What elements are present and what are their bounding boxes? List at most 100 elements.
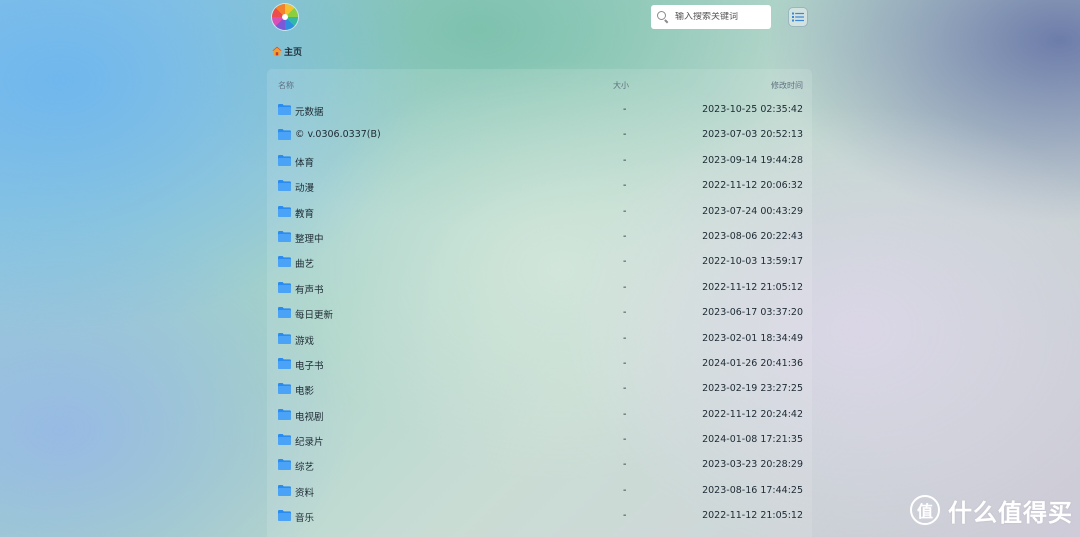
watermark-text: 什么值得买 xyxy=(948,498,1073,527)
file-modified-time: 2024-01-26 20:41:36 xyxy=(702,357,803,369)
file-modified-time: 2023-07-03 20:52:13 xyxy=(702,129,803,141)
file-name[interactable]: 元数据 xyxy=(295,104,324,118)
file-modified-time: 2023-07-24 00:43:29 xyxy=(702,205,803,217)
search-box[interactable] xyxy=(651,5,771,29)
file-modified-time: 2022-11-12 21:05:12 xyxy=(702,510,803,522)
folder-icon xyxy=(278,484,291,496)
file-modified-time: 2022-10-03 13:59:17 xyxy=(702,256,803,268)
file-name[interactable]: 音乐 xyxy=(295,510,314,524)
file-name[interactable]: © v.0306.0337(B) xyxy=(295,129,381,140)
file-size: - xyxy=(623,332,627,344)
breadcrumb: 主页 xyxy=(272,44,302,58)
file-size: - xyxy=(623,256,627,268)
file-name[interactable]: 电视剧 xyxy=(295,409,324,423)
file-name[interactable]: 电影 xyxy=(295,383,314,397)
file-modified-time: 2024-01-08 17:21:35 xyxy=(702,434,803,446)
list-view-toggle-button[interactable] xyxy=(789,8,807,26)
folder-icon xyxy=(278,230,291,242)
list-view-icon xyxy=(792,12,804,22)
file-name[interactable]: 整理中 xyxy=(295,231,324,245)
file-size: - xyxy=(623,180,627,192)
file-row[interactable]: 资料 - 2023-08-16 17:44:25 xyxy=(268,478,811,503)
file-row[interactable]: 体育 - 2023-09-14 19:44:28 xyxy=(268,148,811,173)
file-row[interactable]: 综艺 - 2023-03-23 20:28:29 xyxy=(268,452,811,477)
file-row[interactable]: 游戏 - 2023-02-01 18:34:49 xyxy=(268,326,811,351)
file-size: - xyxy=(623,510,627,522)
watermark-logo: 值 xyxy=(910,495,940,525)
file-list-panel: 名称 大小 修改时间 元数据 - 2023-10-25 02:35:42 © v.03… xyxy=(268,70,811,537)
folder-icon xyxy=(278,383,291,395)
folder-icon xyxy=(278,332,291,344)
folder-icon xyxy=(278,434,291,446)
file-modified-time: 2023-03-23 20:28:29 xyxy=(702,459,803,471)
file-row[interactable]: 电影 - 2023-02-19 23:27:25 xyxy=(268,376,811,401)
watermark: 值 什么值得买 xyxy=(910,494,1073,527)
file-size: - xyxy=(623,129,627,141)
file-size: - xyxy=(623,205,627,217)
file-modified-time: 2023-02-19 23:27:25 xyxy=(702,383,803,395)
file-name[interactable]: 游戏 xyxy=(295,333,314,347)
file-row[interactable]: 整理中 - 2023-08-06 20:22:43 xyxy=(268,224,811,249)
file-size: - xyxy=(623,357,627,369)
folder-icon xyxy=(278,180,291,192)
file-size: - xyxy=(623,434,627,446)
folder-icon xyxy=(278,307,291,319)
file-name[interactable]: 有声书 xyxy=(295,282,324,296)
folder-icon xyxy=(278,408,291,420)
file-name[interactable]: 电子书 xyxy=(295,358,324,372)
folder-icon xyxy=(278,205,291,217)
folder-icon xyxy=(278,510,291,522)
file-list-header: 名称 大小 修改时间 xyxy=(268,70,811,98)
search-icon xyxy=(657,11,669,23)
folder-icon xyxy=(278,104,291,115)
folder-icon xyxy=(278,357,291,369)
file-name[interactable]: 每日更新 xyxy=(295,307,333,321)
file-modified-time: 2023-08-16 17:44:25 xyxy=(702,484,803,496)
file-name[interactable]: 教育 xyxy=(295,206,314,220)
file-name[interactable]: 资料 xyxy=(295,485,314,499)
file-size: - xyxy=(623,307,627,319)
folder-icon xyxy=(278,459,291,471)
file-size: - xyxy=(623,408,627,420)
folder-icon xyxy=(278,256,291,268)
site-logo[interactable] xyxy=(272,4,298,30)
column-header-modified[interactable]: 修改时间 xyxy=(771,80,803,91)
file-row[interactable]: 教育 - 2023-07-24 00:43:29 xyxy=(268,199,811,224)
home-icon xyxy=(272,46,282,56)
file-row[interactable]: 动漫 - 2022-11-12 20:06:32 xyxy=(268,173,811,198)
file-row[interactable]: 有声书 - 2022-11-12 21:05:12 xyxy=(268,275,811,300)
file-modified-time: 2023-08-06 20:22:43 xyxy=(702,230,803,242)
file-name[interactable]: 综艺 xyxy=(295,459,314,473)
file-size: - xyxy=(623,281,627,293)
file-modified-time: 2022-11-12 20:24:42 xyxy=(702,408,803,420)
search-input[interactable] xyxy=(675,12,761,22)
file-size: - xyxy=(623,230,627,242)
file-modified-time: 2023-09-14 19:44:28 xyxy=(702,154,803,166)
breadcrumb-home-link[interactable]: 主页 xyxy=(284,45,302,58)
file-row[interactable]: 元数据 - 2023-10-25 02:35:42 xyxy=(268,97,811,122)
file-size: - xyxy=(623,154,627,166)
file-name[interactable]: 体育 xyxy=(295,155,314,169)
column-header-name[interactable]: 名称 xyxy=(278,80,294,91)
folder-icon xyxy=(278,129,291,141)
folder-icon xyxy=(278,154,291,166)
file-modified-time: 2023-10-25 02:35:42 xyxy=(702,104,803,115)
file-row[interactable]: 电子书 - 2024-01-26 20:41:36 xyxy=(268,351,811,376)
file-row[interactable]: 每日更新 - 2023-06-17 03:37:20 xyxy=(268,300,811,325)
column-header-size[interactable]: 大小 xyxy=(613,80,629,91)
file-size: - xyxy=(623,484,627,496)
folder-icon xyxy=(278,281,291,293)
file-list-rows: 元数据 - 2023-10-25 02:35:42 © v.0306.0337(B) -… xyxy=(268,97,811,529)
file-row[interactable]: 曲艺 - 2022-10-03 13:59:17 xyxy=(268,249,811,274)
file-row[interactable]: © v.0306.0337(B) - 2023-07-03 20:52:13 xyxy=(268,122,811,147)
file-row[interactable]: 音乐 - 2022-11-12 21:05:12 xyxy=(268,503,811,528)
file-name[interactable]: 曲艺 xyxy=(295,256,314,270)
file-size: - xyxy=(623,459,627,471)
file-modified-time: 2022-11-12 20:06:32 xyxy=(702,180,803,192)
file-row[interactable]: 纪录片 - 2024-01-08 17:21:35 xyxy=(268,427,811,452)
file-name[interactable]: 纪录片 xyxy=(295,434,324,448)
file-size: - xyxy=(623,104,627,115)
file-name[interactable]: 动漫 xyxy=(295,180,314,194)
file-modified-time: 2023-06-17 03:37:20 xyxy=(702,307,803,319)
file-row[interactable]: 电视剧 - 2022-11-12 20:24:42 xyxy=(268,402,811,427)
